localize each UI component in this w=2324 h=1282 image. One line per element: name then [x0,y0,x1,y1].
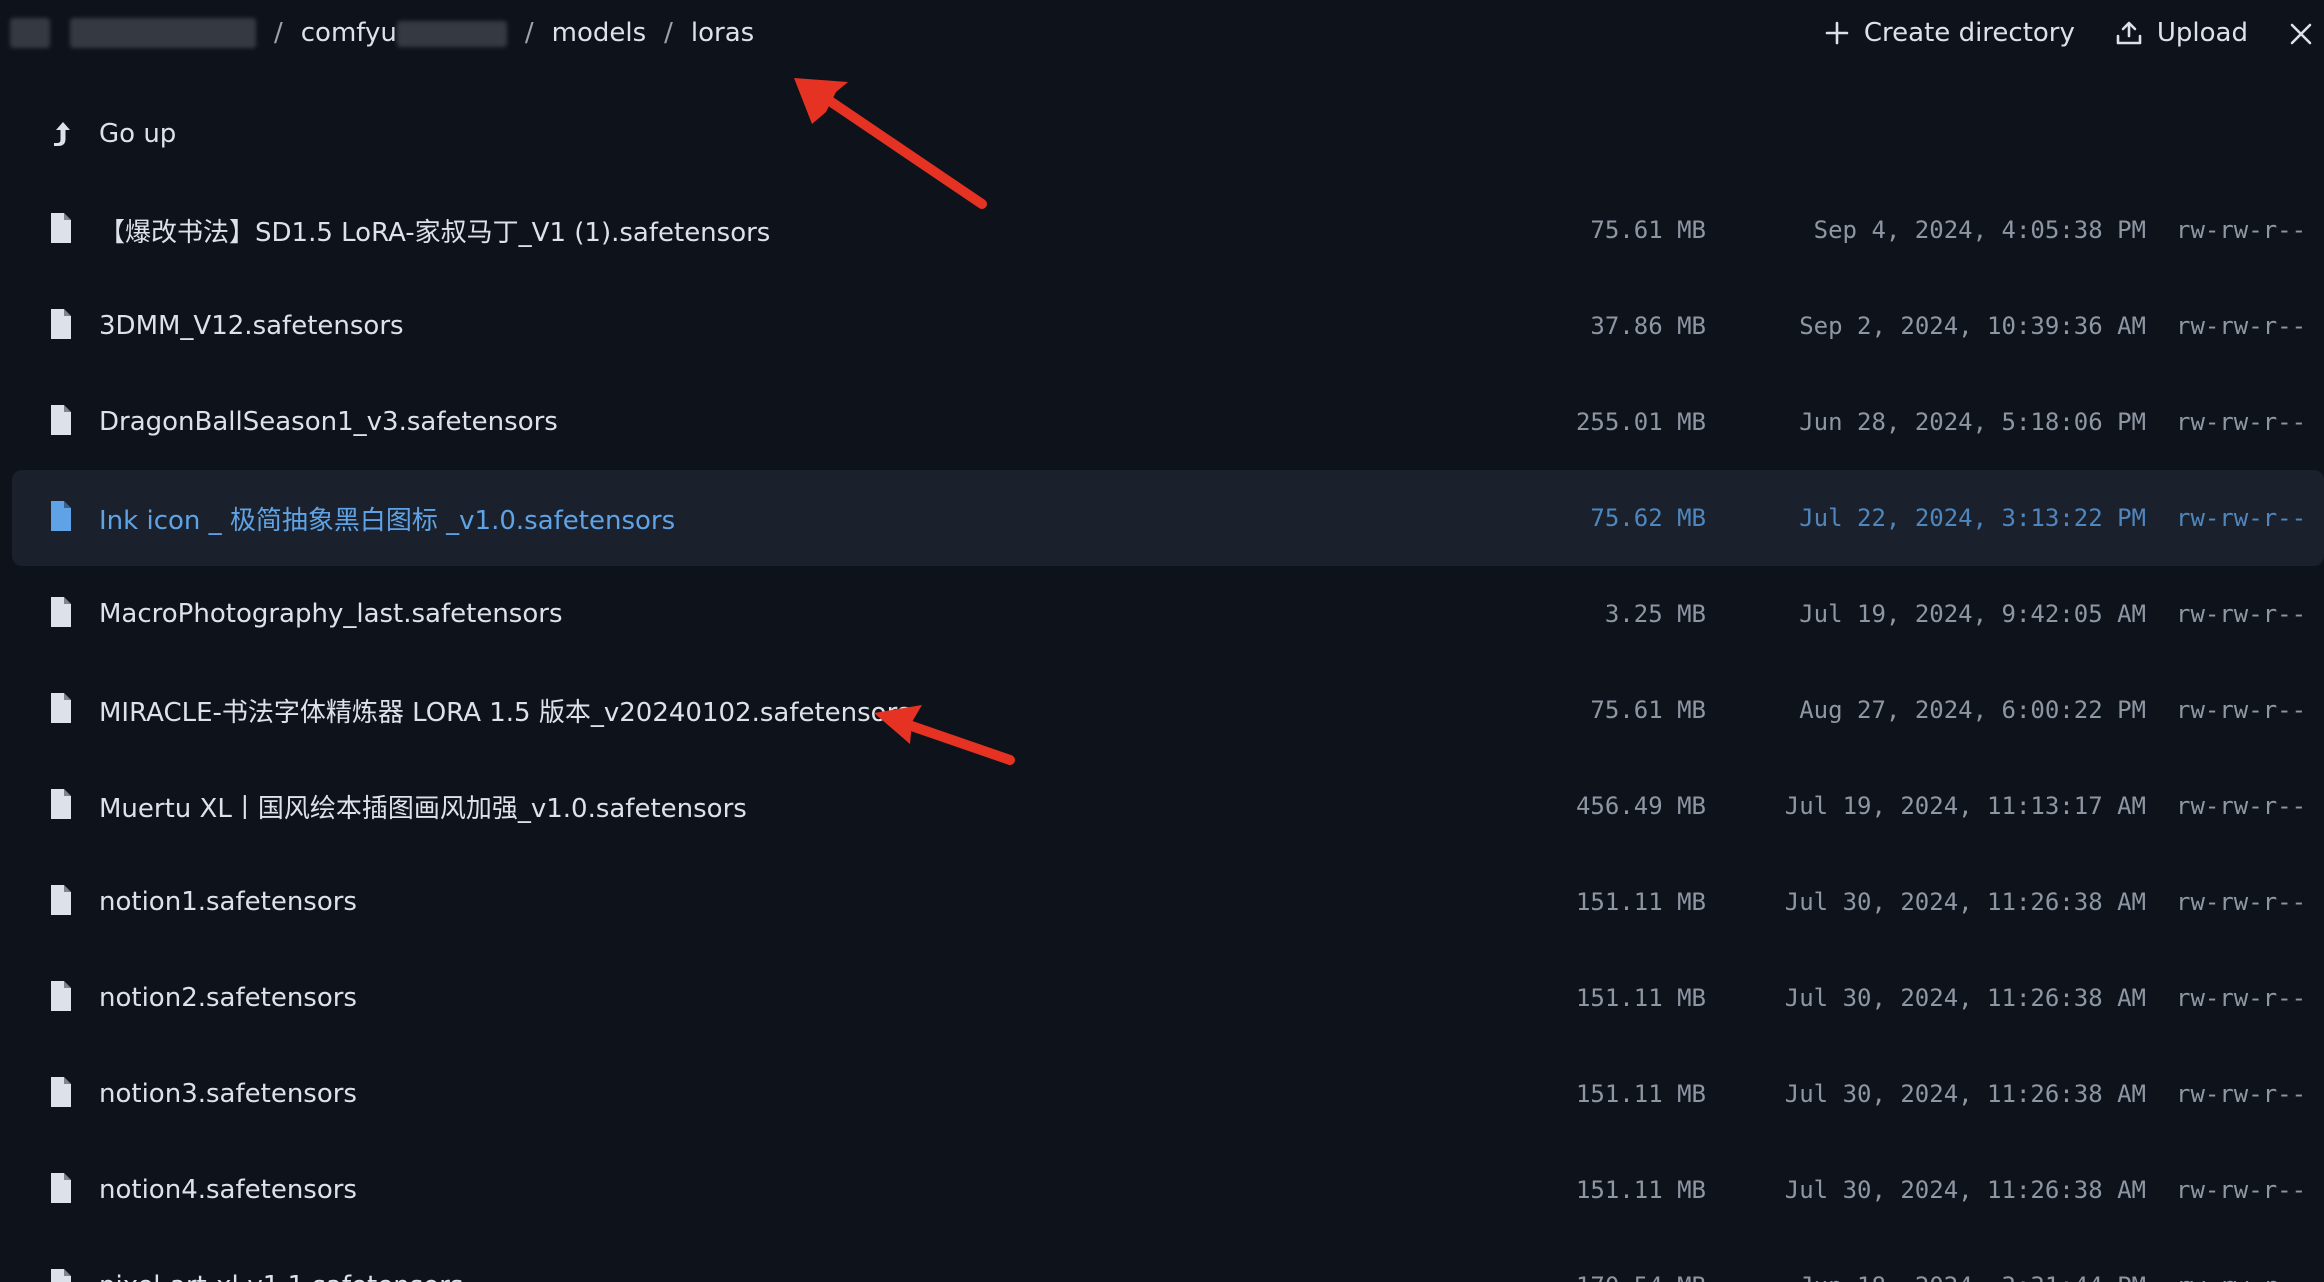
breadcrumb: / comfyu / models / loras [10,14,754,52]
file-row[interactable]: MIRACLE-书法字体精炼器 LORA 1.5 版本_v20240102.sa… [12,662,2324,758]
file-name: pixel-art-xl-v1.1.safetensors [99,1271,463,1282]
file-permissions: rw-rw-r-- [2176,1272,2306,1282]
go-up-label: Go up [99,119,177,149]
file-permissions: rw-rw-r-- [2176,408,2307,436]
file-date: Sep 2, 2024, 10:39:36 AM [1799,312,2146,340]
file-rows: 【爆改书法】SD1.5 LoRA-家叔马丁_V1 (1).safetensors… [12,182,2324,1282]
file-name: notion2.safetensors [99,983,357,1013]
file-icon [51,501,71,531]
file-name: 【爆改书法】SD1.5 LoRA-家叔马丁_V1 (1).safetensors [99,217,771,248]
upload-icon [2116,21,2142,45]
file-name: 3DMM_V12.safetensors [99,311,404,341]
file-date: Jul 22, 2024, 3:13:22 PM [1799,504,2146,532]
file-row[interactable]: DragonBallSeason1_v3.safetensors 255.01 M… [12,374,2324,470]
file-size: 3.25 MB [1604,600,1706,628]
file-name: Ink icon _ 极简抽象黑白图标 _v1.0.safetensors [99,505,676,536]
file-name: MacroPhotography_last.safetensors [99,599,563,629]
file-name: DragonBallSeason1_v3.safetensors [99,407,558,437]
file-size: 151.11 MB [1575,1080,1706,1108]
redacted-segment[interactable] [70,18,256,48]
file-date: Jul 30, 2024, 11:26:38 AM [1784,1176,2146,1204]
breadcrumb-separator: / [524,18,534,48]
file-size: 151.11 MB [1575,1176,1706,1204]
file-date: Jul 19, 2024, 9:42:05 AM [1799,600,2146,628]
file-permissions: rw-rw-r-- [2176,312,2307,340]
close-icon [2290,23,2312,45]
breadcrumb-separator: / [274,18,283,48]
breadcrumb-item-models[interactable]: models [552,18,647,48]
file-name: notion1.safetensors [99,887,357,917]
go-up-icon [54,122,70,146]
file-list: Go up 【爆改书法】SD1.5 LoRA-家叔马丁_V1 (1).safet… [12,86,2324,1282]
file-row[interactable]: notion2.safetensors 151.11 MB Jul 30, 2024… [12,950,2324,1046]
file-permissions: rw-rw-r-- [2176,792,2307,820]
file-row[interactable]: MacroPhotography_last.safetensors 3.25 MB… [12,566,2324,662]
file-size: 75.61 MB [1590,696,1706,724]
file-icon [51,405,71,435]
file-date: Sep 4, 2024, 4:05:38 PM [1813,216,2146,244]
header-actions: Create directory Upload [1824,14,2324,52]
file-permissions: rw-rw-r-- [2176,600,2307,628]
redacted-segment [396,20,507,47]
upload-label: Upload [2156,18,2248,48]
file-size: 75.61 MB [1590,216,1706,244]
file-icon [51,1173,71,1203]
file-name: notion3.safetensors [99,1079,357,1109]
file-icon [51,981,71,1011]
file-icon [51,885,71,915]
file-icon [51,597,71,627]
file-icon [51,693,71,723]
file-permissions: rw-rw-r-- [2176,696,2307,724]
breadcrumb-separator: / [664,18,673,48]
file-name: MIRACLE-书法字体精炼器 LORA 1.5 版本_v20240102.sa… [99,697,911,728]
go-up-row[interactable]: Go up [12,86,2324,182]
file-date: Jul 30, 2024, 11:26:38 AM [1784,984,2146,1012]
file-date: Jun 18, 2024, 3:31:44 PM [1799,1272,2146,1282]
file-permissions: rw-rw-r-- [2176,984,2307,1012]
file-size: 170.54 MB [1576,1272,1706,1282]
file-size: 151.11 MB [1575,984,1706,1012]
file-date: Jun 28, 2024, 5:18:06 PM [1799,408,2146,436]
file-permissions: rw-rw-r-- [2176,888,2307,916]
file-permissions: rw-rw-r-- [2176,216,2307,244]
file-icon [51,1269,71,1282]
file-size: 37.86 MB [1590,312,1706,340]
file-date: Jul 30, 2024, 11:26:38 AM [1784,888,2146,916]
upload-button[interactable]: Upload [2115,18,2248,48]
file-row[interactable]: pixel-art-xl-v1.1.safetensors 170.54 MB Ju… [12,1238,2324,1282]
breadcrumb-item-loras[interactable]: loras [691,18,754,48]
file-row[interactable]: 3DMM_V12.safetensors 37.86 MB Sep 2, 2024,… [12,278,2324,374]
file-size: 75.62 MB [1590,504,1706,532]
create-directory-button[interactable]: Create directory [1824,18,2075,48]
file-row[interactable]: notion3.safetensors 151.11 MB Jul 30, 2024… [12,1046,2324,1142]
plus-icon [1825,21,1849,45]
file-permissions: rw-rw-r-- [2176,1080,2307,1108]
file-permissions: rw-rw-r-- [2176,504,2307,532]
file-date: Aug 27, 2024, 6:00:22 PM [1799,696,2146,724]
file-size: 255.01 MB [1575,408,1706,436]
file-date: Jul 19, 2024, 11:13:17 AM [1784,792,2146,820]
file-row[interactable]: notion4.safetensors 151.11 MB Jul 30, 2024… [12,1142,2324,1238]
file-row[interactable]: notion1.safetensors 151.11 MB Jul 30, 2024… [12,854,2324,950]
file-date: Jul 30, 2024, 11:26:38 AM [1784,1080,2146,1108]
file-permissions: rw-rw-r-- [2176,1176,2307,1204]
file-size: 151.11 MB [1575,888,1706,916]
file-icon [51,789,71,819]
create-directory-label: Create directory [1863,18,2075,48]
breadcrumb-label: comfyu [300,18,397,48]
file-icon [51,213,71,243]
file-icon [51,309,71,339]
file-name: Muertu XL丨国风绘本插图画风加强_v1.0.safetensors [99,793,747,824]
redacted-segment [10,18,50,48]
breadcrumb-item-comfyui[interactable]: comfyu [301,18,507,48]
header-bar: / comfyu / models / loras Create directo… [0,0,2324,66]
file-browser: / comfyu / models / loras Create directo… [0,0,2324,1282]
file-name: notion4.safetensors [99,1175,357,1205]
file-size: 456.49 MB [1575,792,1706,820]
close-button[interactable] [2288,14,2324,52]
file-row[interactable]: 【爆改书法】SD1.5 LoRA-家叔马丁_V1 (1).safetensors… [12,182,2324,278]
file-row[interactable]: Muertu XL丨国风绘本插图画风加强_v1.0.safetensors 456… [12,758,2324,854]
file-icon [51,1077,71,1107]
file-row[interactable]: Ink icon _ 极简抽象黑白图标 _v1.0.safetensors 75.… [12,470,2324,566]
